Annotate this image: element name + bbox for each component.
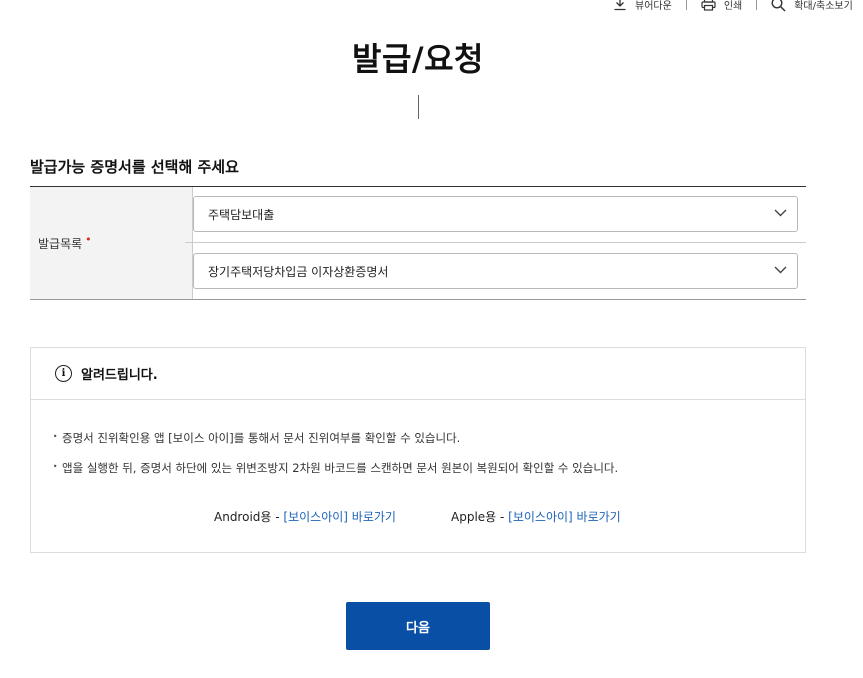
notice-item: 증명서 진위확인용 앱 [보이스 아이]를 통해서 문서 진위여부를 확인할 수… <box>53 429 618 460</box>
android-link-group: Android용 - [보이스아이] 바로가기 <box>214 508 396 525</box>
print-label: 인쇄 <box>723 0 743 12</box>
utility-bar: 뷰어다운 인쇄 확대/축소보기 <box>613 0 853 14</box>
info-icon: i <box>55 365 72 382</box>
viewer-download-label: 뷰어다운 <box>635 0 672 12</box>
next-button[interactable]: 다음 <box>346 602 490 650</box>
required-mark: • <box>85 232 92 246</box>
printer-icon <box>701 0 716 11</box>
certificate-select[interactable]: 장기주택저당차입금 이자상환증명서 <box>193 253 798 289</box>
certificate-select-value: 장기주택저당차입금 이자상환증명서 <box>208 264 389 279</box>
notice-box: i 알려드립니다. 증명서 진위확인용 앱 [보이스 아이]를 통해서 문서 진… <box>30 347 806 553</box>
notice-list: 증명서 진위확인용 앱 [보이스 아이]를 통해서 문서 진위여부를 확인할 수… <box>53 429 618 490</box>
print-link[interactable]: 인쇄 <box>701 0 742 12</box>
certificate-form: 발급목록 • 주택담보대출 장기주택저당차입금 이자상환증명서 <box>30 186 806 300</box>
search-icon <box>771 0 786 12</box>
divider <box>685 0 687 10</box>
download-icon <box>614 0 626 11</box>
notice-item: 앱을 실행한 뒤, 증명서 하단에 있는 위변조방지 2차원 바코드를 스캔하면… <box>53 459 618 490</box>
apple-link-group: Apple용 - [보이스아이] 바로가기 <box>451 508 621 525</box>
android-voiceeye-link[interactable]: [보이스아이] 바로가기 <box>283 510 396 524</box>
android-prefix: Android용 - <box>214 510 284 524</box>
chevron-down-icon <box>774 209 787 217</box>
issue-list-label: 발급목록 <box>38 236 83 251</box>
apple-voiceeye-link[interactable]: [보이스아이] 바로가기 <box>508 510 621 524</box>
section-title: 발급가능 증명서를 선택해 주세요 <box>30 158 239 176</box>
chevron-down-icon <box>774 266 787 274</box>
category-select-value: 주택담보대출 <box>208 207 275 222</box>
title-divider <box>418 95 419 119</box>
category-select[interactable]: 주택담보대출 <box>193 196 798 232</box>
divider <box>756 0 758 10</box>
form-label-cell: 발급목록 • <box>30 187 193 299</box>
zoom-link[interactable]: 확대/축소보기 <box>771 0 853 12</box>
row-divider <box>185 242 806 243</box>
notice-header: i 알려드립니다. <box>31 348 805 400</box>
notice-title: 알려드립니다. <box>81 368 158 383</box>
page-title: 발급/요청 <box>352 40 484 78</box>
viewer-download-link[interactable]: 뷰어다운 <box>613 0 672 12</box>
zoom-label: 확대/축소보기 <box>794 0 853 12</box>
apple-prefix: Apple용 - <box>451 510 509 524</box>
